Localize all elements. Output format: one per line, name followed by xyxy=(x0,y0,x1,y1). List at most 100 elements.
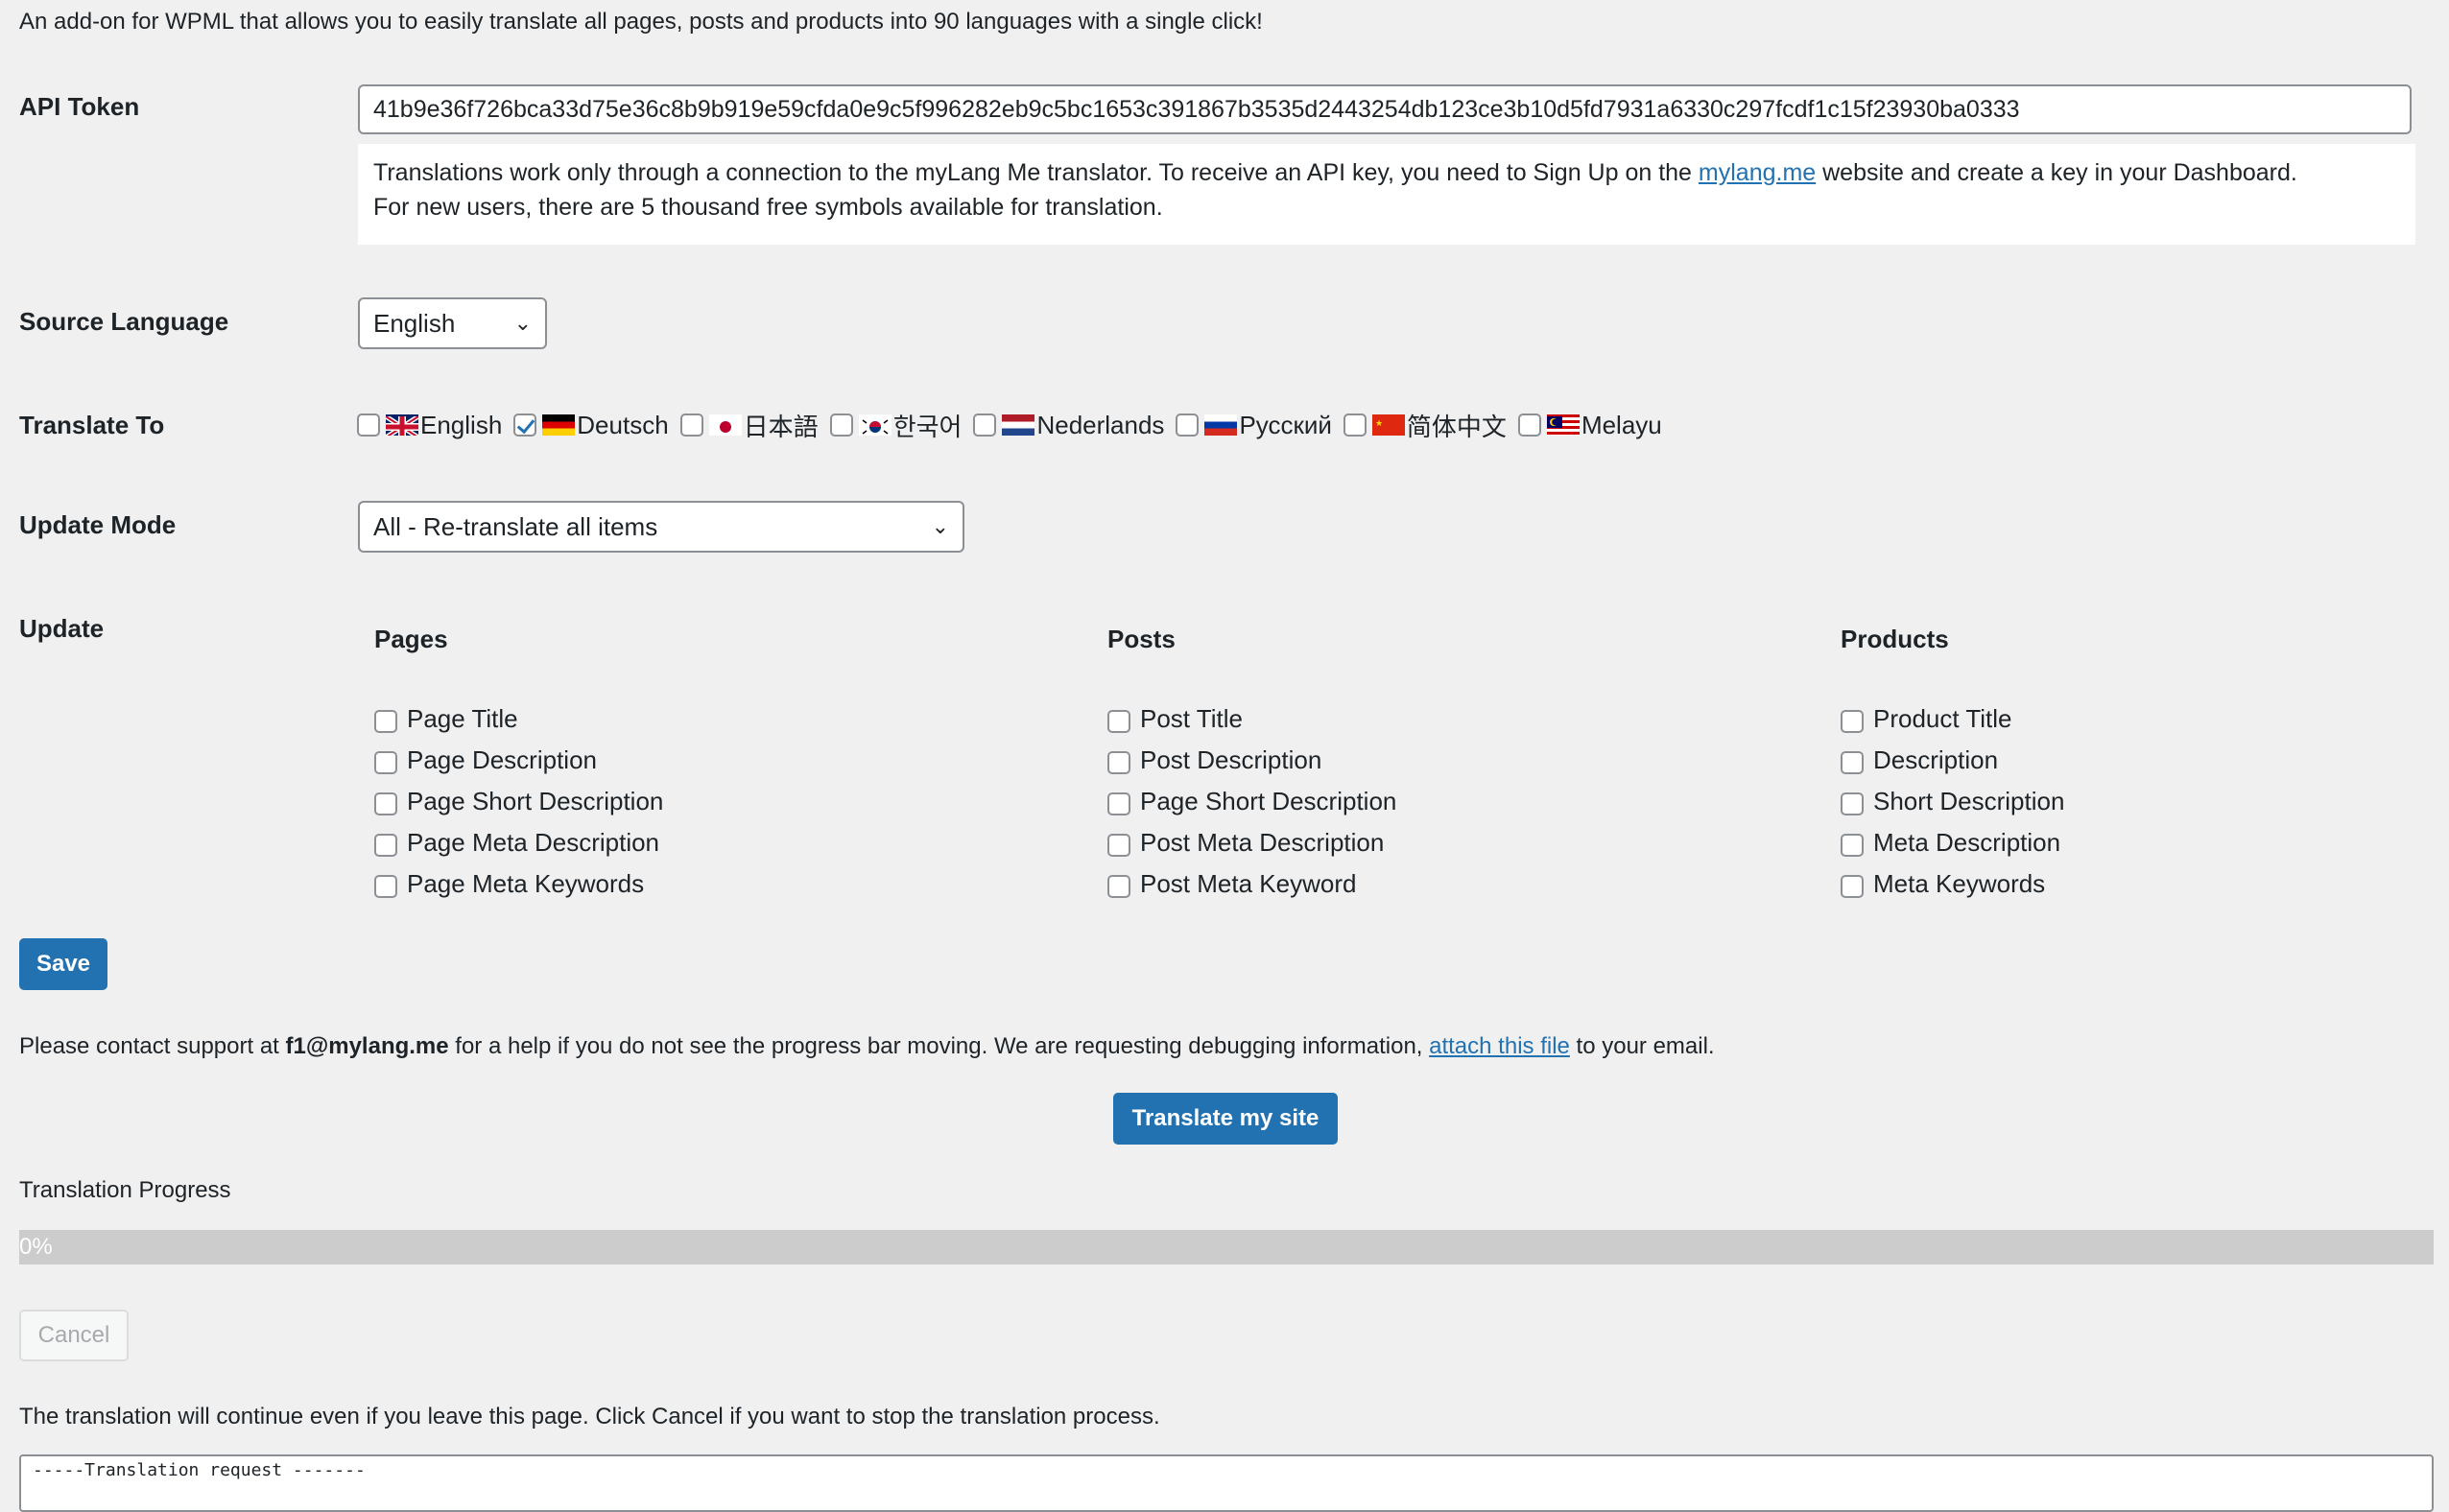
option-label: Short Description xyxy=(1873,787,2065,815)
checkbox[interactable] xyxy=(374,874,397,898)
checkbox[interactable] xyxy=(374,833,397,857)
api-token-input[interactable]: 41b9e36f726bca33d75e36c8b9b919e59cfda0e9… xyxy=(358,84,2412,134)
checkbox[interactable] xyxy=(1841,833,1864,857)
language-option-chinese[interactable]: ★ 简体中文 xyxy=(1343,408,1507,443)
option-label: Description xyxy=(1873,745,1999,774)
language-option-japanese[interactable]: 日本語 xyxy=(679,408,819,443)
option-label: Page Meta Keywords xyxy=(407,869,645,898)
update-option[interactable]: Post Title xyxy=(1107,698,1396,740)
update-option[interactable]: Post Meta Keyword xyxy=(1107,863,1396,905)
language-name: Русский xyxy=(1239,410,1332,439)
update-mode-value: All - Re-translate all items xyxy=(373,512,658,541)
plugin-description: An add-on for WPML that allows you to ea… xyxy=(19,9,1263,35)
checkbox[interactable] xyxy=(679,413,703,437)
checkbox[interactable] xyxy=(1841,791,1864,815)
update-option[interactable]: Short Description xyxy=(1841,781,2064,822)
translation-progress-bar: 0% xyxy=(19,1230,2434,1264)
language-option-russian[interactable]: Русский xyxy=(1176,410,1332,440)
update-option[interactable]: Post Description xyxy=(1107,740,1396,781)
progress-percent: 0% xyxy=(19,1234,53,1260)
update-label: Update xyxy=(19,614,105,643)
api-token-note-text: Translations work only through a connect… xyxy=(373,159,1699,186)
checkbox[interactable] xyxy=(1517,413,1541,437)
checkbox[interactable] xyxy=(357,413,380,437)
checkbox[interactable] xyxy=(1841,750,1864,774)
source-language-select[interactable]: English ⌄ xyxy=(358,297,547,349)
language-option-english[interactable]: English xyxy=(357,411,502,440)
china-flag-icon: ★ xyxy=(1371,414,1405,436)
uk-flag-icon xyxy=(386,414,418,436)
option-label: Page Short Description xyxy=(407,787,664,815)
language-option-dutch[interactable]: Nederlands xyxy=(973,411,1164,440)
update-column-pages: Pages Page Title Page Description Page S… xyxy=(374,624,663,905)
attach-file-link[interactable]: attach this file xyxy=(1429,1033,1570,1059)
language-name: English xyxy=(420,410,503,439)
source-language-value: English xyxy=(373,309,456,338)
germany-flag-icon xyxy=(542,414,576,436)
checkbox[interactable] xyxy=(1343,413,1367,437)
column-title: Posts xyxy=(1107,625,1176,653)
checkbox[interactable] xyxy=(1107,874,1130,898)
update-option[interactable]: Product Title xyxy=(1841,698,2064,740)
language-name: Nederlands xyxy=(1036,410,1165,439)
option-label: Meta Keywords xyxy=(1873,869,2046,898)
update-option[interactable]: Page Title xyxy=(374,698,663,740)
cancel-button[interactable]: Cancel xyxy=(19,1310,129,1361)
language-option-malay[interactable]: Melayu xyxy=(1517,410,1662,440)
language-name: 日本語 xyxy=(743,412,819,441)
checkbox-checked[interactable] xyxy=(513,413,537,437)
source-language-label: Source Language xyxy=(19,307,229,336)
mylang-link[interactable]: mylang.me xyxy=(1699,159,1816,186)
update-column-products: Products Product Title Description Short… xyxy=(1841,624,2064,905)
language-option-korean[interactable]: 한국어 xyxy=(829,408,963,443)
chevron-down-icon: ⌄ xyxy=(513,311,532,335)
translate-site-button[interactable]: Translate my site xyxy=(1113,1093,1338,1145)
option-label: Product Title xyxy=(1873,704,2012,733)
update-option[interactable]: Meta Keywords xyxy=(1841,863,2064,905)
update-option[interactable]: Meta Description xyxy=(1841,822,2064,863)
checkbox[interactable] xyxy=(374,791,397,815)
update-mode-label: Update Mode xyxy=(19,510,177,539)
translation-log-textarea[interactable]: -----Translation request ------- xyxy=(19,1454,2434,1512)
update-column-posts: Posts Post Title Post Description Page S… xyxy=(1107,624,1396,905)
api-token-note-line2: For new users, there are 5 thousand free… xyxy=(373,194,1163,221)
checkbox[interactable] xyxy=(1176,413,1200,437)
translate-to-label: Translate To xyxy=(19,411,165,439)
api-token-label: API Token xyxy=(19,92,140,121)
checkbox[interactable] xyxy=(1107,750,1130,774)
update-option[interactable]: Description xyxy=(1841,740,2064,781)
checkbox[interactable] xyxy=(1107,709,1130,733)
checkbox[interactable] xyxy=(1107,791,1130,815)
log-line: -----Translation request ------- xyxy=(33,1460,366,1480)
checkbox[interactable] xyxy=(374,750,397,774)
update-option[interactable]: Post Meta Description xyxy=(1107,822,1396,863)
column-title: Pages xyxy=(374,625,448,653)
checkbox[interactable] xyxy=(1841,874,1864,898)
option-label: Post Title xyxy=(1140,704,1243,733)
checkbox[interactable] xyxy=(829,413,853,437)
update-option[interactable]: Page Meta Description xyxy=(374,822,663,863)
language-name: 한국어 xyxy=(892,412,963,441)
option-label: Page Title xyxy=(407,704,518,733)
update-option[interactable]: Page Short Description xyxy=(1107,781,1396,822)
option-label: Page Meta Description xyxy=(407,828,660,857)
update-option[interactable]: Page Short Description xyxy=(374,781,663,822)
language-checkboxes: English Deutsch 日本語 한국어 Nederlands Русск… xyxy=(357,408,1674,442)
checkbox[interactable] xyxy=(1841,709,1864,733)
continue-note: The translation will continue even if yo… xyxy=(19,1404,1160,1429)
update-option[interactable]: Page Description xyxy=(374,740,663,781)
checkbox[interactable] xyxy=(1107,833,1130,857)
checkbox[interactable] xyxy=(374,709,397,733)
language-name: Melayu xyxy=(1581,410,1662,439)
update-option[interactable]: Page Meta Keywords xyxy=(374,863,663,905)
save-button[interactable]: Save xyxy=(19,938,107,990)
support-note-text-3: to your email. xyxy=(1569,1033,1715,1059)
translation-progress-label: Translation Progress xyxy=(19,1177,231,1203)
checkbox[interactable] xyxy=(973,413,997,437)
language-name: Deutsch xyxy=(577,410,669,439)
netherlands-flag-icon xyxy=(1002,414,1035,436)
language-option-deutsch[interactable]: Deutsch xyxy=(513,410,669,440)
japan-flag-icon xyxy=(708,414,742,436)
update-mode-select[interactable]: All - Re-translate all items ⌄ xyxy=(358,501,964,553)
option-label: Meta Description xyxy=(1873,828,2061,857)
